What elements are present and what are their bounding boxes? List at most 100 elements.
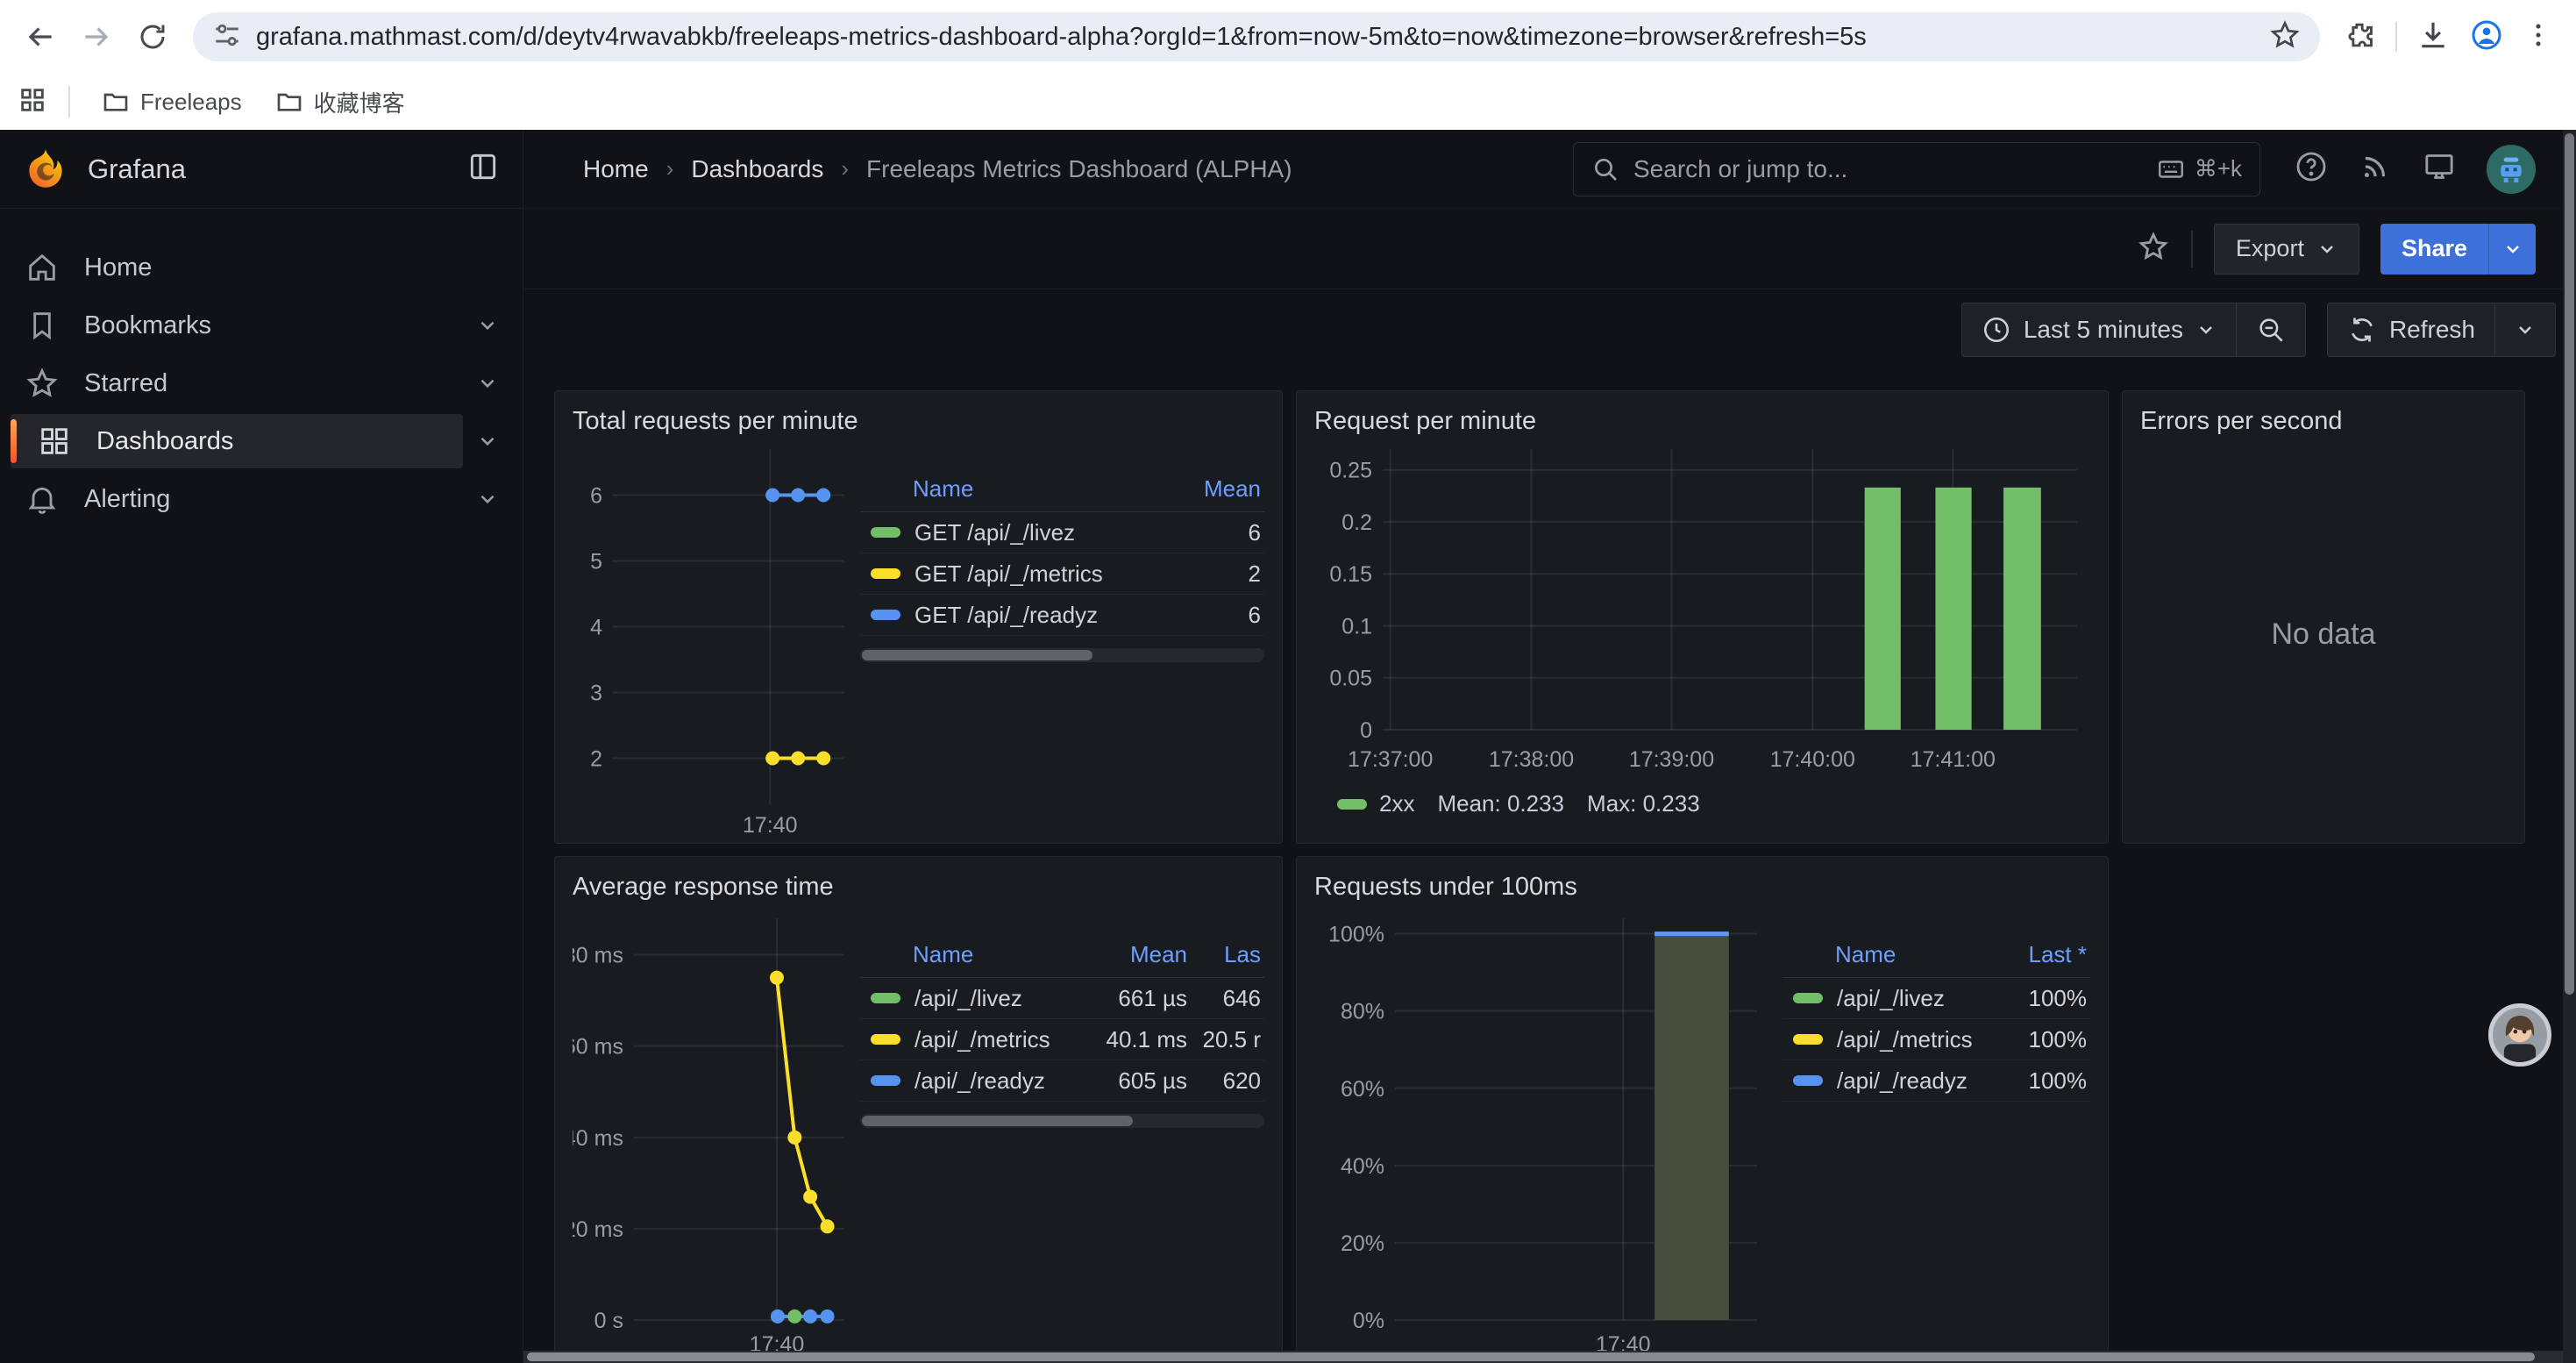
series-name[interactable]: /api/_/livez xyxy=(914,985,1056,1012)
zoom-out-button[interactable] xyxy=(2237,303,2305,356)
refresh-sync-icon xyxy=(2347,315,2377,345)
chevron-down-icon[interactable] xyxy=(463,372,512,395)
col-name[interactable]: Name xyxy=(913,941,1056,968)
series-name[interactable]: GET /api/_/livez xyxy=(914,519,1182,546)
vertical-scrollbar[interactable] xyxy=(2563,130,2576,1363)
table-row[interactable]: /api/_/metrics 40.1 ms 20.5 r xyxy=(860,1019,1264,1060)
svg-text:0.15: 0.15 xyxy=(1329,562,1372,587)
horizontal-scrollbar[interactable] xyxy=(523,1351,2563,1363)
table-scrollbar[interactable] xyxy=(860,1114,1264,1128)
kiosk-monitor-icon[interactable] xyxy=(2422,149,2457,189)
bookmark-folder-blogs[interactable]: 收藏博客 xyxy=(265,81,416,124)
table-row[interactable]: /api/_/readyz 100% xyxy=(1783,1060,2090,1102)
series-name[interactable]: GET /api/_/metrics xyxy=(914,560,1182,588)
series-mean: 2 xyxy=(1182,560,1261,588)
series-last: 646 xyxy=(1187,985,1261,1012)
favorite-star-icon[interactable] xyxy=(2137,230,2170,268)
panel-request-per-minute[interactable]: Request per minute 17:37:0017:38:0017:39… xyxy=(1296,390,2109,844)
horizontal-scrollbar-thumb[interactable] xyxy=(527,1352,2535,1361)
panel-title[interactable]: Total requests per minute xyxy=(573,402,1264,440)
search-input[interactable]: Search or jump to... ⌘+k xyxy=(1573,142,2260,196)
series-color-pill xyxy=(1793,1034,1823,1045)
share-button[interactable]: Share xyxy=(2380,224,2488,275)
download-icon[interactable] xyxy=(2416,18,2450,56)
sidebar-item-dashboards[interactable]: Dashboards xyxy=(11,414,463,468)
col-last[interactable]: Last * xyxy=(1982,941,2087,968)
extensions-icon[interactable] xyxy=(2343,18,2376,56)
table-row[interactable]: GET /api/_/livez 6 xyxy=(860,512,1264,553)
svg-text:20 ms: 20 ms xyxy=(573,1217,623,1242)
table-row[interactable]: /api/_/livez 100% xyxy=(1783,978,2090,1019)
vertical-scrollbar-thumb[interactable] xyxy=(2565,133,2574,995)
bookmark-label: Freeleaps xyxy=(140,89,242,116)
col-mean[interactable]: Mean xyxy=(1182,475,1261,503)
svg-text:0.1: 0.1 xyxy=(1341,614,1372,639)
user-avatar[interactable] xyxy=(2487,145,2536,194)
refresh-interval-dropdown[interactable] xyxy=(2495,303,2555,356)
bookmark-folder-freeleaps[interactable]: Freeleaps xyxy=(91,82,253,121)
dock-menu-icon[interactable] xyxy=(466,150,500,188)
url-text[interactable]: grafana.mathmast.com/d/deytv4rwavabkb/fr… xyxy=(256,23,2248,52)
sidebar-item-bookmarks[interactable]: Bookmarks xyxy=(11,298,463,353)
table-row[interactable]: GET /api/_/readyz 6 xyxy=(860,595,1264,636)
series-last: 620 xyxy=(1187,1067,1261,1095)
page-header: Home › Dashboards › Freeleaps Metrics Da… xyxy=(523,130,2576,209)
table-row[interactable]: /api/_/livez 661 µs 646 xyxy=(860,978,1264,1019)
col-mean[interactable]: Mean xyxy=(1056,941,1187,968)
series-name[interactable]: /api/_/metrics xyxy=(1837,1026,1982,1053)
site-settings-icon[interactable] xyxy=(212,20,242,54)
svg-text:0%: 0% xyxy=(1353,1309,1384,1333)
panel-errors-per-second[interactable]: Errors per second No data xyxy=(2122,390,2525,844)
sidebar-item-starred[interactable]: Starred xyxy=(11,356,463,410)
panel-title[interactable]: Average response time xyxy=(573,867,1264,906)
series-name[interactable]: /api/_/metrics xyxy=(914,1026,1056,1053)
export-button[interactable]: Export xyxy=(2214,224,2359,275)
panel-title[interactable]: Requests under 100ms xyxy=(1314,867,2090,906)
series-name[interactable]: /api/_/readyz xyxy=(1837,1067,1982,1095)
panel-total-requests[interactable]: Total requests per minute 17:4065432 Nam… xyxy=(554,390,1283,844)
series-color-pill xyxy=(1793,1075,1823,1086)
col-name[interactable]: Name xyxy=(913,475,1182,503)
col-name[interactable]: Name xyxy=(1835,941,1982,968)
share-dropdown-button[interactable] xyxy=(2488,224,2536,275)
bookmark-icon xyxy=(25,308,60,343)
assistant-avatar[interactable] xyxy=(2488,1003,2551,1067)
series-last: 100% xyxy=(1982,985,2087,1012)
chevron-down-icon[interactable] xyxy=(463,488,512,510)
menu-kebab-icon[interactable] xyxy=(2523,20,2553,54)
sidebar-item-alerting[interactable]: Alerting xyxy=(11,472,463,526)
rss-icon[interactable] xyxy=(2359,150,2392,188)
table-row[interactable]: /api/_/metrics 100% xyxy=(1783,1019,2090,1060)
series-name[interactable]: /api/_/readyz xyxy=(914,1067,1056,1095)
refresh-button[interactable]: Refresh xyxy=(2328,303,2494,356)
table-row[interactable]: /api/_/readyz 605 µs 620 xyxy=(860,1060,1264,1102)
panel-title[interactable]: Errors per second xyxy=(2140,402,2507,440)
chevron-down-icon[interactable] xyxy=(463,314,512,337)
url-bar[interactable]: grafana.mathmast.com/d/deytv4rwavabkb/fr… xyxy=(193,12,2320,61)
bookmark-star-icon[interactable] xyxy=(2269,19,2301,55)
panel-requests-under-100ms[interactable]: Requests under 100ms 17:40100%80%60%40%2… xyxy=(1296,856,2109,1363)
help-icon[interactable] xyxy=(2294,149,2329,189)
keyboard-icon xyxy=(2156,154,2186,184)
apps-grid-icon[interactable] xyxy=(18,85,47,119)
back-icon[interactable] xyxy=(16,12,65,61)
panel-average-response-time[interactable]: Average response time 17:4080 ms60 ms40 … xyxy=(554,856,1283,1363)
refresh-group: Refresh xyxy=(2327,303,2556,357)
table-row[interactable]: GET /api/_/metrics 2 xyxy=(860,553,1264,595)
svg-text:60%: 60% xyxy=(1341,1077,1384,1102)
reload-icon[interactable] xyxy=(128,12,177,61)
total-requests-chart: 17:4065432 xyxy=(573,440,853,839)
sidebar-item-home[interactable]: Home xyxy=(11,240,463,295)
time-range-picker[interactable]: Last 5 minutes xyxy=(1962,303,2236,356)
series-name[interactable]: /api/_/livez xyxy=(1837,985,1982,1012)
series-color-pill xyxy=(871,610,900,620)
profile-icon[interactable] xyxy=(2469,18,2504,57)
panel-title[interactable]: Request per minute xyxy=(1314,402,2090,440)
chevron-down-icon[interactable] xyxy=(463,430,512,453)
breadcrumb-dashboards[interactable]: Dashboards xyxy=(691,155,823,183)
col-last[interactable]: Las xyxy=(1187,941,1261,968)
legend-item[interactable]: 2xx xyxy=(1337,790,1414,817)
breadcrumb-home[interactable]: Home xyxy=(583,155,649,183)
table-scrollbar[interactable] xyxy=(860,648,1264,662)
series-name[interactable]: GET /api/_/readyz xyxy=(914,602,1182,629)
